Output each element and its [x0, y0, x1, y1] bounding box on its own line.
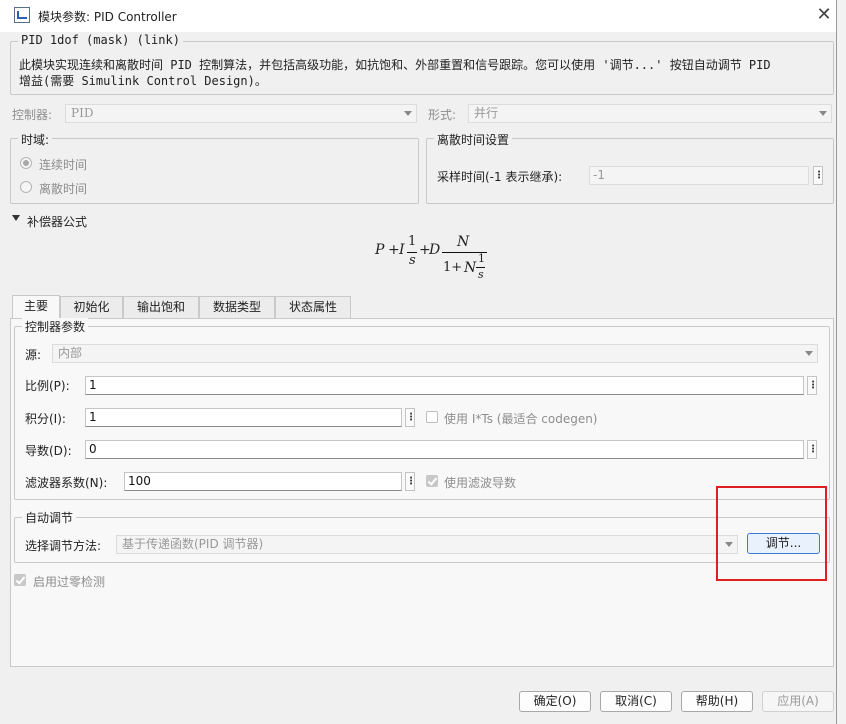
chevron-down-icon	[404, 111, 412, 116]
form-dropdown[interactable]: 并行	[468, 104, 832, 123]
tab-data-types[interactable]: 数据类型	[199, 296, 275, 318]
continuous-time-label: 连续时间	[39, 158, 88, 172]
use-filter-checkbox[interactable]	[426, 475, 438, 487]
sample-time-label: 采样时间(-1 表示继承):	[437, 170, 563, 184]
simulink-block-icon	[14, 7, 30, 23]
window-title: 模块参数: PID Controller	[38, 10, 177, 24]
formula-one-2: 1	[478, 252, 485, 265]
discrete-time-radio[interactable]	[20, 181, 32, 193]
highlight-annotation-box	[716, 486, 827, 581]
formula-plus-1: +	[388, 242, 400, 258]
controller-value: PID	[71, 106, 94, 120]
use-its-label: 使用 I*Ts (最适合 codegen)	[444, 412, 598, 426]
formula-p: P	[375, 242, 385, 258]
chevron-down-icon	[819, 111, 827, 116]
formula-n2: N	[464, 260, 477, 276]
tune-method-dropdown[interactable]: 基于传递函数(PID 调节器)	[116, 535, 738, 554]
continuous-time-radio[interactable]	[20, 157, 32, 169]
form-value: 并行	[474, 106, 499, 120]
form-label: 形式:	[428, 108, 457, 122]
time-domain-legend: 时域:	[18, 131, 53, 148]
auto-tune-legend: 自动调节	[22, 509, 77, 526]
derivative-input[interactable]: 0	[85, 440, 804, 459]
source-label: 源:	[25, 348, 42, 362]
sample-time-input[interactable]: -1	[589, 166, 809, 185]
close-icon[interactable]: ✕	[814, 5, 834, 25]
formula-i: I	[399, 242, 405, 258]
tab-initialization[interactable]: 初始化	[60, 296, 123, 318]
formula-one: 1	[408, 234, 417, 249]
integral-label: 积分(I):	[25, 412, 66, 426]
zero-crossing-checkbox[interactable]	[14, 574, 26, 586]
controller-label: 控制器:	[12, 108, 53, 122]
use-filter-label: 使用滤波导数	[444, 476, 517, 490]
cancel-button[interactable]: 取消(C)	[600, 691, 672, 712]
background-window	[836, 0, 846, 724]
tab-main[interactable]: 主要	[12, 295, 60, 318]
formula-one-plus: 1+	[443, 260, 463, 275]
formula-d: D	[429, 242, 441, 258]
controller-dropdown[interactable]: PID	[65, 104, 417, 123]
block-heading: PID 1dof (mask) (link)	[18, 33, 183, 47]
help-button[interactable]: 帮助(H)	[681, 691, 753, 712]
more-options-icon[interactable]: ⋮	[813, 166, 824, 185]
tune-method-label: 选择调节方法:	[25, 539, 102, 553]
controller-params-legend: 控制器参数	[22, 318, 89, 335]
derivative-label: 导数(D):	[25, 444, 72, 458]
use-its-checkbox[interactable]	[426, 411, 438, 423]
compensator-formula: P + I 1 s + D N 1+ N 1 s	[375, 234, 495, 286]
formula-n: N	[457, 234, 470, 250]
discrete-time-label: 离散时间	[39, 182, 88, 196]
description-line-1: 此模块实现连续和离散时间 PID 控制算法，并包括高级功能，如抗饱和、外部重置和…	[19, 58, 771, 72]
tab-output-saturation[interactable]: 输出饱和	[123, 296, 199, 318]
apply-button[interactable]: 应用(A)	[762, 691, 834, 712]
collapse-triangle-icon[interactable]	[12, 215, 20, 221]
more-options-icon[interactable]: ⋮	[807, 440, 818, 459]
proportional-label: 比例(P):	[25, 379, 70, 393]
title-bar: 模块参数: PID Controller ✕	[0, 0, 836, 32]
filter-coefficient-label: 滤波器系数(N):	[25, 476, 108, 490]
source-dropdown[interactable]: 内部	[52, 344, 818, 363]
tune-method-value: 基于传递函数(PID 调节器)	[122, 537, 264, 551]
tab-state-attributes[interactable]: 状态属性	[275, 296, 351, 318]
ok-button[interactable]: 确定(O)	[519, 691, 591, 712]
integral-input[interactable]: 1	[85, 408, 402, 427]
formula-s: s	[409, 253, 416, 268]
proportional-input[interactable]: 1	[85, 376, 804, 395]
more-options-icon[interactable]: ⋮	[405, 408, 416, 427]
more-options-icon[interactable]: ⋮	[807, 376, 818, 395]
zero-crossing-label: 启用过零检测	[33, 575, 106, 589]
description-line-2: 增益(需要 Simulink Control Design)。	[19, 74, 267, 88]
compensator-formula-label[interactable]: 补偿器公式	[27, 213, 87, 230]
source-value: 内部	[58, 346, 83, 360]
formula-s2: s	[478, 268, 484, 281]
more-options-icon[interactable]: ⋮	[405, 472, 416, 491]
chevron-down-icon	[805, 351, 813, 356]
filter-coefficient-input[interactable]: 100	[124, 472, 402, 491]
block-parameters-dialog: 模块参数: PID Controller ✕ PID 1dof (mask) (…	[0, 0, 837, 724]
discrete-settings-legend: 离散时间设置	[434, 131, 513, 148]
